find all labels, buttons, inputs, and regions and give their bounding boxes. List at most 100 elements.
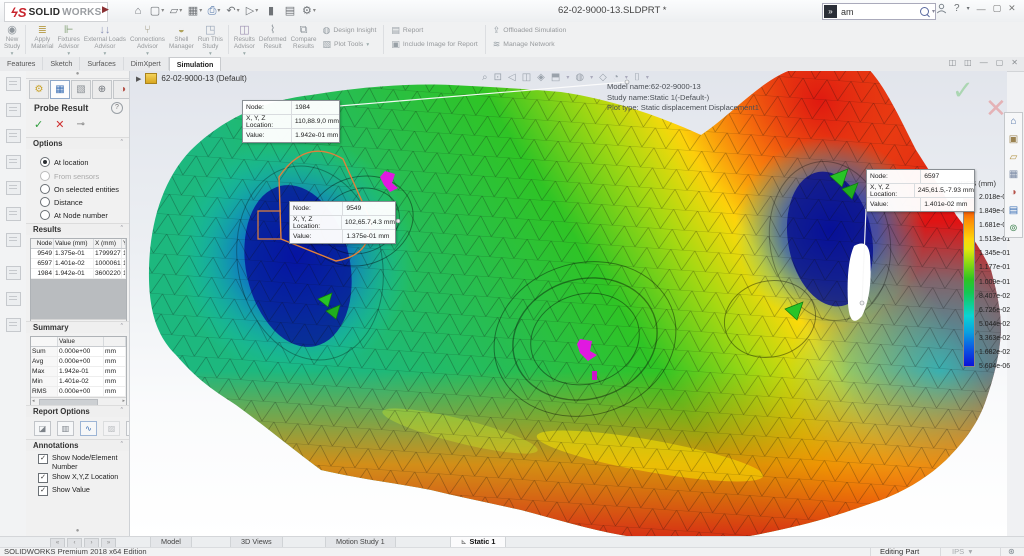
dynamic-annotation-icon[interactable]: ◈ [537,72,545,83]
pm-tab-feature[interactable]: ⚙ [29,80,49,99]
checkbox-show-value[interactable]: ✓ Show Value [38,485,124,496]
menu-flyout-arrow[interactable]: ▶ [102,4,109,15]
summary-table-hscrollbar[interactable]: ◂ ▸ [31,397,126,406]
doc-minimize-button[interactable]: — [980,58,988,67]
view-palette-icon[interactable]: ▦ [1009,169,1018,180]
doc-close-button[interactable]: ✕ [1011,58,1018,67]
appearances-icon[interactable]: ◑ [1010,187,1016,198]
save-button[interactable]: ▦ ▾ [187,3,203,19]
open-button[interactable]: ▱ ▾ [168,3,184,19]
summary-section-header[interactable]: Summary ˆ [26,321,129,333]
doc-restore-button[interactable]: ▢ [996,58,1004,67]
radio-distance[interactable]: Distance [40,197,83,207]
dock-tool-icon[interactable] [6,129,21,143]
copy-table-icon[interactable]: ▥ [57,421,74,436]
file-explorer-icon[interactable]: ▱ [1010,152,1018,163]
undo-button[interactable]: ↶ ▾ [225,3,241,19]
minimize-button[interactable]: — [977,4,986,14]
custom-properties-icon[interactable]: ▤ [1009,205,1018,216]
hide-show-items-icon[interactable]: ◇ [599,72,607,83]
close-button[interactable]: ✕ [1008,3,1016,14]
user-account-icon[interactable] [936,3,947,14]
display-style-icon[interactable]: ◍ [575,72,584,83]
scroll-left-icon[interactable]: ◂ [32,398,35,405]
design-library-icon[interactable]: ▣ [1009,134,1018,145]
home-tab-icon[interactable]: ⌂ [1010,116,1016,127]
confirmation-corner-ok-icon[interactable]: ✓ [952,75,974,106]
search-icon[interactable] [919,7,929,16]
results-table[interactable]: Node Value (mm) X (mm) Y (m 9549 1.375e-… [30,238,127,328]
plot-graph-icon[interactable]: ∿ [80,421,97,436]
fixtures-advisor-button[interactable]: ⊩ Fixtures Advisor ▾ [56,22,82,57]
search-dropdown-icon[interactable]: ▾ [932,8,935,15]
tab-model[interactable]: Model [150,537,192,547]
results-row[interactable]: 6597 1.401e-02 1000061 16452 [31,259,126,269]
pm-ok-button[interactable]: ✓ [34,118,43,131]
connections-advisor-button[interactable]: ⑂ Connections Advisor ▾ [128,22,167,57]
pane-split-icon[interactable]: ◫ [949,58,957,67]
dock-tool-icon[interactable] [6,266,21,280]
home-button[interactable]: ⌂ [130,3,146,19]
expand-arrow-icon[interactable]: ▶ [136,75,141,83]
help-button[interactable]: ? [954,3,960,14]
dock-tool-icon[interactable] [6,233,21,247]
select-button[interactable]: ▷ ▾ [244,3,260,19]
checkbox-show-node-element-number[interactable]: ✓ Show Node/Element Number [38,453,124,471]
pane-split-icon[interactable]: ◫ [964,58,972,67]
panel-splitter-grip[interactable]: ● [26,528,129,534]
tab-features[interactable]: Features [0,57,44,70]
feature-tree-flyout[interactable]: ▶ 62-02-9000-13 (Default) [136,73,247,84]
plot-tools-button[interactable]: ▧ Plot Tools ▾ [322,39,376,50]
dock-tool-icon[interactable] [6,77,21,91]
radio-at-node-number[interactable]: At Node number [40,210,108,220]
print-button[interactable]: ⎙ ▾ [206,3,222,19]
radio-on-selected-entities[interactable]: On selected entities [40,184,119,194]
file-properties-button[interactable]: ▤ [282,3,298,19]
external-loads-advisor-button[interactable]: ↓↓ External Loads Advisor ▾ [82,22,128,57]
manage-network-button[interactable]: ≋ Manage Network [493,39,567,50]
design-insight-button[interactable]: ◍ Design Insight [322,25,376,36]
results-section-header[interactable]: Results ˆ [26,223,129,235]
save-plot-icon[interactable]: ◪ [34,421,51,436]
pm-tab-property[interactable]: ▦ [50,80,70,99]
annotations-section-header[interactable]: Annotations ˆ [26,439,129,451]
dock-tool-icon[interactable] [6,318,21,332]
scroll-right-icon[interactable]: ▸ [122,398,125,405]
view-orientation-icon[interactable]: ⬒ [551,72,560,83]
report-button[interactable]: ▤ Report [391,25,477,36]
radio-at-location[interactable]: At location [40,157,89,167]
tab-sketch[interactable]: Sketch [43,57,81,70]
report-options-section-header[interactable]: Report Options ˆ [26,405,129,417]
options-button[interactable]: ⚙ ▾ [301,3,317,19]
results-row[interactable]: 9549 1.375e-01 1799927 13998 [31,249,126,259]
tab-3d-views[interactable]: 3D Views [230,537,283,547]
probe-callout[interactable]: Node: 9549 X, Y, Z Location: 102,65.7,4.3 … [289,201,396,244]
probe-callout[interactable]: Node: 1984 X, Y, Z Location: 110,88.9,0 mm… [242,100,340,143]
pm-tab-configuration[interactable]: ▧ [71,80,91,99]
summary-table[interactable]: Value Sum 0.000e+00 mm Avg 0.000e+00 mm … [30,336,127,406]
offloaded-simulation-button[interactable]: ⇪ Offloaded Simulation [493,25,567,36]
results-advisor-button[interactable]: ◫ Results Advisor ▾ [232,22,257,57]
shell-manager-button[interactable]: ◒ Shell Manager [167,22,196,57]
new-study-button[interactable]: ◉ New Study ▾ [2,22,22,57]
restore-button[interactable]: ▢ [993,3,1002,14]
run-this-study-button[interactable]: ◳ Run This Study ▾ [196,22,225,57]
tab-simulation[interactable]: Simulation [168,57,222,71]
dock-tool-icon[interactable] [6,292,21,306]
tab-motion-study-1[interactable]: Motion Study 1 [325,537,396,547]
tab-surfaces[interactable]: Surfaces [80,57,124,70]
previous-view-icon[interactable]: ◁ [508,72,516,83]
dock-tool-icon[interactable] [6,207,21,221]
section-view-icon[interactable]: ◫ [522,72,531,83]
probe-callout[interactable]: Node: 6597 X, Y, Z Location: 245,61.5,-7.9… [866,169,975,212]
apply-material-button[interactable]: ≣ Apply Material [29,22,55,57]
new-document-button[interactable]: ▢ ▾ [149,3,165,19]
search-scope-icon[interactable]: » [824,5,837,18]
compare-results-button[interactable]: ⧉ Compare Results [289,22,319,57]
dock-tool-icon[interactable] [6,155,21,169]
forum-icon[interactable]: ⊚ [1009,223,1017,234]
radio-from-sensors[interactable]: From sensors [40,171,99,181]
dock-tool-icon[interactable] [6,103,21,117]
deformed-result-button[interactable]: ⌇ Deformed Result [257,22,289,57]
tab-static-1[interactable]: ⊾ Static 1 [450,537,507,547]
